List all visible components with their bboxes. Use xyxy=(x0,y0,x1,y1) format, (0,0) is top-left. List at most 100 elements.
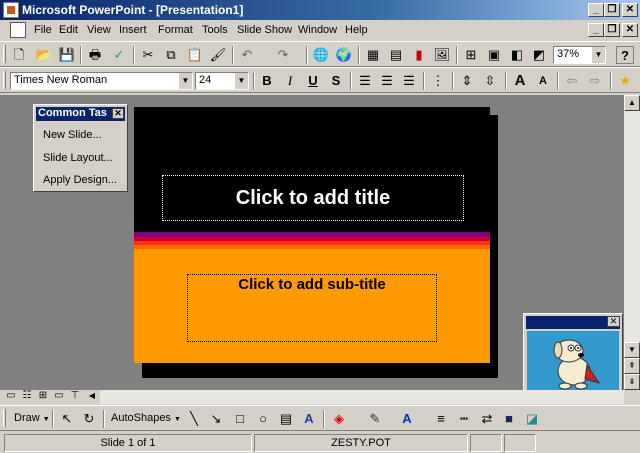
menu-help[interactable]: Help xyxy=(345,24,368,36)
format-painter-icon[interactable]: 🖌 xyxy=(209,46,227,64)
menu-insert[interactable]: Insert xyxy=(119,24,147,36)
italic-button[interactable]: I xyxy=(281,72,299,90)
arrow-icon[interactable]: ↘ xyxy=(207,410,225,428)
spelling-icon[interactable]: ✓ xyxy=(110,46,128,64)
toolbar-grip[interactable] xyxy=(3,409,6,427)
subtitle-placeholder[interactable]: Click to add sub-title xyxy=(187,274,437,342)
underline-button[interactable]: U xyxy=(304,72,322,90)
help-button[interactable]: ? xyxy=(616,46,634,64)
zoom-combo[interactable]: 37% ▼ xyxy=(553,46,606,64)
decrease-font-icon[interactable]: A xyxy=(534,72,552,90)
insert-chart-icon[interactable]: ▮ xyxy=(410,46,428,64)
toolbar-grip[interactable] xyxy=(3,71,6,89)
next-slide-icon[interactable]: ⇟ xyxy=(624,374,640,390)
web-toolbar-icon[interactable]: 🌍 xyxy=(335,46,353,64)
print-icon[interactable]: 🖶 xyxy=(86,46,104,64)
line-style-icon[interactable]: ≡ xyxy=(432,410,450,428)
chevron-down-icon[interactable]: ▼ xyxy=(591,47,605,63)
toolbar-grip[interactable] xyxy=(3,45,6,63)
redo-icon[interactable]: ↷ xyxy=(274,46,292,64)
previous-slide-icon[interactable]: ⇞ xyxy=(624,358,640,374)
document-icon[interactable] xyxy=(10,22,26,38)
apply-design-icon[interactable]: ◧ xyxy=(508,46,526,64)
select-objects-icon[interactable]: ↖ xyxy=(58,410,76,428)
draw-menu-button[interactable]: Draw ▼ xyxy=(14,412,50,424)
paste-icon[interactable]: 📋 xyxy=(186,46,204,64)
arrow-style-icon[interactable]: ⇄ xyxy=(478,410,496,428)
menu-view[interactable]: View xyxy=(87,24,111,36)
increase-spacing-icon[interactable]: ⇕ xyxy=(458,72,476,90)
align-left-icon[interactable]: ☰ xyxy=(356,72,374,90)
close-button[interactable]: ✕ xyxy=(622,3,638,17)
doc-close-button[interactable]: ✕ xyxy=(622,23,638,37)
slide-layout-command[interactable]: Slide Layout... xyxy=(43,152,113,164)
font-size-combo[interactable]: 24 ▼ xyxy=(195,72,249,90)
align-center-icon[interactable]: ☰ xyxy=(378,72,396,90)
oval-icon[interactable]: ○ xyxy=(254,410,272,428)
assistant-title-bar[interactable] xyxy=(526,316,620,329)
font-combo[interactable]: Times New Roman ▼ xyxy=(10,72,193,90)
slide-show-icon[interactable]: ⊤ xyxy=(66,387,84,405)
scroll-up-icon[interactable]: ▲ xyxy=(624,95,640,111)
insert-excel-icon[interactable]: ▤ xyxy=(387,46,405,64)
title-placeholder[interactable]: Click to add title xyxy=(162,175,464,221)
bullets-icon[interactable]: ⋮ xyxy=(429,72,447,90)
line-color-icon[interactable]: ✎ xyxy=(366,410,384,428)
close-icon[interactable]: ✕ xyxy=(112,108,124,119)
minimize-button[interactable]: _ xyxy=(588,3,604,17)
fill-color-icon[interactable]: ◈ xyxy=(330,410,348,428)
close-icon[interactable]: ✕ xyxy=(607,316,620,327)
line-icon[interactable]: ╲ xyxy=(185,410,203,428)
horizontal-scrollbar[interactable] xyxy=(100,390,624,404)
3d-icon[interactable]: ◪ xyxy=(523,410,541,428)
chevron-down-icon[interactable]: ▼ xyxy=(234,73,248,89)
doc-restore-button[interactable]: ❐ xyxy=(604,23,620,37)
text-box-icon[interactable]: ▤ xyxy=(277,410,295,428)
save-icon[interactable]: 💾 xyxy=(58,46,76,64)
increase-font-icon[interactable]: A xyxy=(511,72,529,90)
free-rotate-icon[interactable]: ↻ xyxy=(80,410,98,428)
office-assistant[interactable]: ✕ xyxy=(523,313,623,397)
promote-icon[interactable]: ⇦ xyxy=(563,72,581,90)
grayscale-icon[interactable]: ◩ xyxy=(530,46,548,64)
powerpoint-app-icon[interactable] xyxy=(3,2,19,18)
vertical-scrollbar[interactable]: ▲ ▼ ⇞ ⇟ xyxy=(624,95,640,390)
insert-table-icon[interactable]: ▦ xyxy=(364,46,382,64)
menu-format[interactable]: Format xyxy=(158,24,193,36)
menu-tools[interactable]: Tools xyxy=(202,24,228,36)
slide-layout-icon[interactable]: ▣ xyxy=(485,46,503,64)
demote-icon[interactable]: ⇨ xyxy=(586,72,604,90)
dash-style-icon[interactable]: ┅ xyxy=(455,410,473,428)
new-slide-icon[interactable]: ⊞ xyxy=(462,46,480,64)
menu-file[interactable]: File xyxy=(34,24,52,36)
new-icon[interactable]: 🗋 xyxy=(10,46,28,64)
wordart-icon[interactable]: A xyxy=(300,410,318,428)
assistant-character[interactable] xyxy=(527,331,619,393)
animation-effects-icon[interactable]: ★ xyxy=(616,72,634,90)
copy-icon[interactable]: ⧉ xyxy=(162,46,180,64)
open-icon[interactable]: 📂 xyxy=(35,46,53,64)
chevron-down-icon[interactable]: ▼ xyxy=(178,73,192,89)
bold-button[interactable]: B xyxy=(258,72,276,90)
font-color-icon[interactable]: A xyxy=(398,410,416,428)
decrease-spacing-icon[interactable]: ⇳ xyxy=(481,72,499,90)
shadow-icon[interactable]: ■ xyxy=(500,410,518,428)
maximize-button[interactable]: ❐ xyxy=(604,3,620,17)
menu-window[interactable]: Window xyxy=(298,24,337,36)
new-slide-command[interactable]: New Slide... xyxy=(43,129,102,141)
rectangle-icon[interactable]: □ xyxy=(231,410,249,428)
apply-design-command[interactable]: Apply Design... xyxy=(43,174,117,186)
align-right-icon[interactable]: ☰ xyxy=(400,72,418,90)
common-tasks-title[interactable]: Common Tas ✕ xyxy=(36,107,125,121)
shadow-button[interactable]: S xyxy=(327,72,345,90)
autoshapes-menu-button[interactable]: AutoShapes ▼ xyxy=(111,412,181,424)
menu-slide-show[interactable]: Slide Show xyxy=(237,24,292,36)
doc-minimize-button[interactable]: _ xyxy=(588,23,604,37)
insert-clipart-icon[interactable]: 🖼 xyxy=(433,46,451,64)
menu-edit[interactable]: Edit xyxy=(59,24,78,36)
insert-hyperlink-icon[interactable]: 🌐 xyxy=(312,46,330,64)
scroll-down-icon[interactable]: ▼ xyxy=(624,342,640,358)
slide-canvas[interactable]: Click to add title Click to add sub-titl… xyxy=(134,107,490,363)
scroll-left-icon[interactable]: ◀ xyxy=(83,387,101,405)
cut-icon[interactable]: ✂ xyxy=(139,46,157,64)
